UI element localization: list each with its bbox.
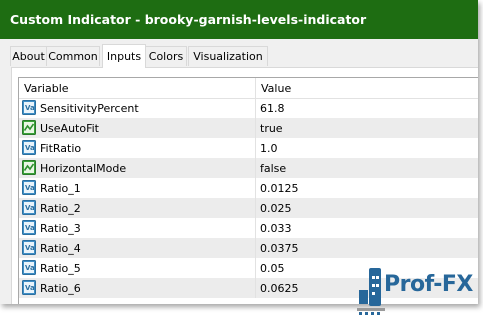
page: Custom Indicator - brooky-garnish-levels… <box>0 0 483 317</box>
variable-cell: Va Ratio_1 <box>19 178 256 198</box>
svg-text:Va: Va <box>25 184 35 192</box>
value-cell[interactable]: 61.8 <box>256 98 478 118</box>
boolean-value-icon <box>22 160 36 175</box>
value-cell[interactable]: 1.0 <box>256 138 478 158</box>
tab-visualization[interactable]: Visualization <box>188 46 268 66</box>
variable-cell: Va Ratio_5 <box>19 258 256 278</box>
variable-cell: Va Ratio_3 <box>19 218 256 238</box>
variable-cell: HorizontalMode <box>19 158 256 178</box>
svg-text:Va: Va <box>25 144 35 152</box>
table-row[interactable]: UseAutoFit true <box>19 118 478 138</box>
variable-name: Ratio_5 <box>40 262 81 275</box>
value-cell[interactable]: 0.033 <box>256 218 478 238</box>
column-header-value[interactable]: Value <box>256 78 478 98</box>
variable-cell: UseAutoFit <box>19 118 256 138</box>
double-value-icon: Va <box>22 240 36 255</box>
variable-name: Ratio_3 <box>40 222 81 235</box>
prof-fx-logo-text: Prof-FX <box>384 272 473 297</box>
variable-name: Ratio_2 <box>40 202 81 215</box>
double-value-icon: Va <box>22 100 36 115</box>
variable-name: Ratio_6 <box>40 282 81 295</box>
table-row[interactable]: HorizontalMode false <box>19 158 478 178</box>
table-row[interactable]: Va Ratio_4 0.0375 <box>19 238 478 258</box>
table-row[interactable]: Va FitRatio 1.0 <box>19 138 478 158</box>
table-row[interactable]: Va Ratio_1 0.0125 <box>19 178 478 198</box>
variable-name: Ratio_1 <box>40 182 81 195</box>
variable-cell: Va Ratio_4 <box>19 238 256 258</box>
variable-name: HorizontalMode <box>40 162 127 175</box>
double-value-icon: Va <box>22 280 36 295</box>
title-bar[interactable]: Custom Indicator - brooky-garnish-levels… <box>0 0 478 39</box>
variable-cell: Va Ratio_6 <box>19 278 256 298</box>
value-cell[interactable]: true <box>256 118 478 138</box>
variable-name: FitRatio <box>40 142 82 155</box>
value-cell[interactable]: false <box>256 158 478 178</box>
variable-cell: Va Ratio_2 <box>19 198 256 218</box>
prof-fx-logo-icon <box>357 268 385 315</box>
value-cell[interactable]: 0.0375 <box>256 238 478 258</box>
double-value-icon: Va <box>22 260 36 275</box>
svg-text:Va: Va <box>25 224 35 232</box>
table-row[interactable]: Va SensitivityPercent 61.8 <box>19 98 478 118</box>
variable-cell: Va SensitivityPercent <box>19 98 256 118</box>
double-value-icon: Va <box>22 180 36 195</box>
tab-inputs[interactable]: Inputs <box>102 44 146 68</box>
tab-colors[interactable]: Colors <box>145 46 187 66</box>
table-row[interactable]: Va Ratio_3 0.033 <box>19 218 478 238</box>
svg-text:Va: Va <box>25 284 35 292</box>
tab-common[interactable]: Common <box>46 46 100 66</box>
svg-text:Va: Va <box>25 264 35 272</box>
table-row[interactable]: Va Ratio_2 0.025 <box>19 198 478 218</box>
variable-name: UseAutoFit <box>40 122 99 135</box>
double-value-icon: Va <box>22 140 36 155</box>
tab-about[interactable]: About <box>10 46 47 66</box>
value-cell[interactable]: 0.025 <box>256 198 478 218</box>
column-header-variable[interactable]: Variable <box>19 78 256 98</box>
double-value-icon: Va <box>22 220 36 235</box>
svg-text:Va: Va <box>25 104 35 112</box>
custom-indicator-dialog: Custom Indicator - brooky-garnish-levels… <box>0 0 478 304</box>
double-value-icon: Va <box>22 200 36 215</box>
boolean-value-icon <box>22 120 36 135</box>
svg-text:Va: Va <box>25 244 35 252</box>
grid-header: Variable Value <box>19 78 478 99</box>
variable-cell: Va FitRatio <box>19 138 256 158</box>
variable-name: Ratio_4 <box>40 242 81 255</box>
window-title: Custom Indicator - brooky-garnish-levels… <box>10 12 367 27</box>
prof-fx-logo: Prof-FX <box>355 266 483 317</box>
svg-text:Va: Va <box>25 204 35 212</box>
value-cell[interactable]: 0.0125 <box>256 178 478 198</box>
variable-name: SensitivityPercent <box>40 102 139 115</box>
